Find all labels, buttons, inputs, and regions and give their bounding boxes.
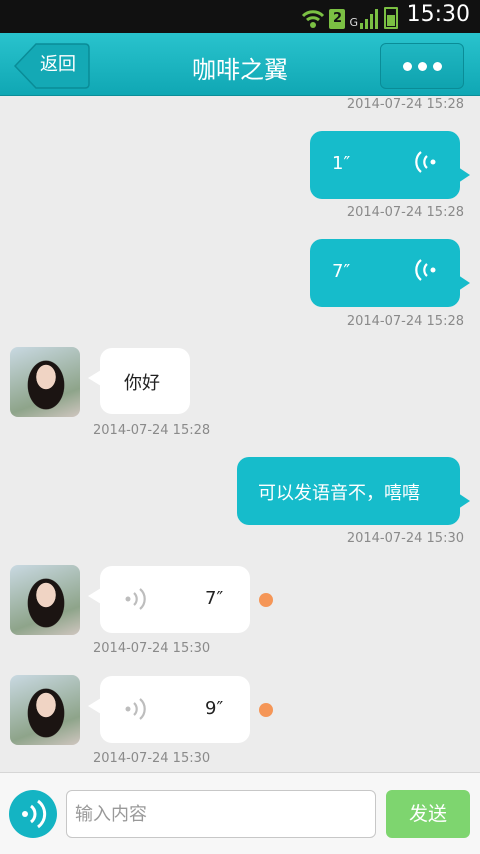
voice-wave-icon: [22, 799, 47, 829]
timestamp: 2014-07-24 15:28: [346, 205, 464, 220]
send-button[interactable]: 发送: [386, 790, 470, 838]
voice-wave-icon: [125, 588, 146, 610]
contact-avatar[interactable]: [10, 565, 80, 635]
status-icons: 2 G: [301, 5, 398, 29]
voice-duration: 7″: [332, 261, 351, 282]
sim-slot-badge: 2: [329, 9, 346, 29]
contact-avatar[interactable]: [10, 347, 80, 417]
voice-duration: 9″: [205, 698, 224, 719]
more-options-button[interactable]: [380, 43, 464, 89]
voice-duration: 7″: [205, 588, 224, 609]
network-type: G: [349, 16, 358, 29]
wifi-icon: [302, 10, 325, 28]
clock: 15:30: [406, 2, 470, 27]
voice-wave-icon: [415, 151, 436, 173]
voice-message-incoming[interactable]: 9″: [88, 676, 250, 743]
composer-bar: 发送: [0, 772, 480, 854]
voice-message-outgoing[interactable]: 1″: [310, 131, 470, 199]
status-bar: 2 G 15:30: [0, 0, 480, 33]
voice-input-toggle[interactable]: [9, 790, 57, 838]
timestamp: 2014-07-24 15:30: [346, 531, 464, 546]
text-message-outgoing[interactable]: 可以发语音不，嘻嘻: [237, 457, 470, 525]
voice-wave-icon: [125, 698, 146, 720]
unread-indicator: [259, 593, 273, 607]
voice-duration: 1″: [332, 153, 351, 174]
message-text: 可以发语音不，嘻嘻: [258, 483, 420, 504]
voice-wave-icon: [415, 259, 436, 281]
timestamp: 2014-07-24 15:30: [93, 751, 211, 766]
more-dot-icon: [432, 61, 442, 71]
message-text: 你好: [124, 373, 160, 394]
timestamp: 2014-07-24 15:28: [346, 97, 464, 112]
more-dot-icon: [402, 61, 412, 71]
battery-icon: [384, 7, 398, 29]
text-message-incoming[interactable]: 你好: [88, 348, 190, 414]
more-dot-icon: [417, 61, 427, 71]
unread-indicator: [259, 703, 273, 717]
contact-avatar[interactable]: [10, 675, 80, 745]
message-input[interactable]: [66, 790, 376, 838]
voice-message-incoming[interactable]: 7″: [88, 566, 250, 633]
timestamp: 2014-07-24 15:28: [93, 423, 211, 438]
voice-message-outgoing[interactable]: 7″: [310, 239, 470, 307]
message-list[interactable]: 2014-07-24 15:28 1″ 2014-07-24 15:28 7″ …: [0, 96, 480, 772]
header: 返回 咖啡之翼: [0, 33, 480, 96]
timestamp: 2014-07-24 15:28: [346, 314, 464, 329]
timestamp: 2014-07-24 15:30: [93, 641, 211, 656]
signal-icon: [360, 9, 378, 29]
